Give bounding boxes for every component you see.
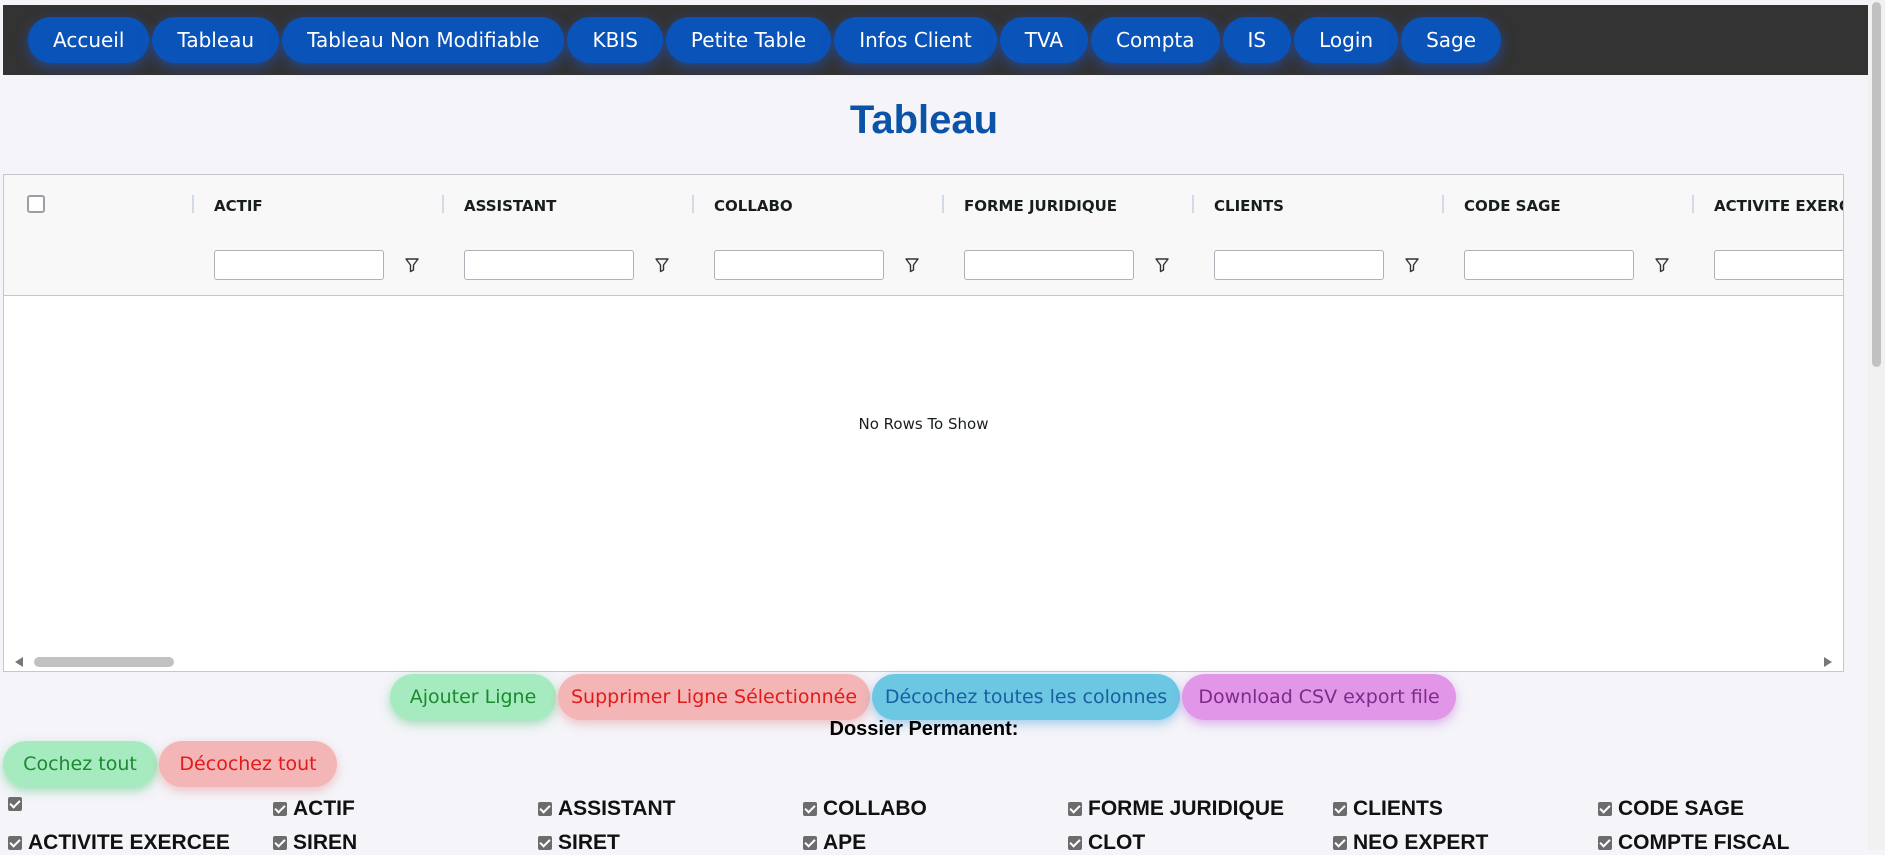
checkbox[interactable] [538,802,552,816]
nav-accueil-button[interactable]: Accueil [28,17,150,63]
column-toggle-label: SIREN [293,831,358,854]
horizontal-scrollbar[interactable] [4,653,1843,671]
column-toggle-collabo[interactable]: COLLABO [803,797,927,821]
column-toggle-ape[interactable]: APE [803,831,866,855]
page-title: Tableau [849,98,999,142]
data-grid: ACTIF ASSISTANT COLLABO FORME JURIDIQUE … [3,174,1844,672]
nav-login-button[interactable]: Login [1294,17,1399,63]
select-all-checkbox[interactable] [27,195,45,213]
checkbox[interactable] [273,836,287,850]
checkbox[interactable] [8,836,22,850]
checkbox[interactable] [1598,802,1612,816]
column-toggle-label: FORME JURIDIQUE [1088,797,1285,820]
column-toggle-blank[interactable] [8,797,28,811]
delete-selected-row-button[interactable]: Supprimer Ligne Sélectionnée [558,674,870,720]
empty-grid-message: No Rows To Show [858,415,989,433]
nav-is-button[interactable]: IS [1222,17,1292,63]
uncheck-all-columns-button[interactable]: Décochez toutes les colonnes [872,674,1180,720]
nav-petite-table-button[interactable]: Petite Table [665,17,832,63]
nav-kbis-button[interactable]: KBIS [567,17,663,63]
filter-icon[interactable] [654,257,670,273]
checkbox[interactable] [1068,836,1082,850]
nav-tableau-non-modifiable-button[interactable]: Tableau Non Modifiable [282,17,565,63]
filter-input-assistant[interactable] [464,250,634,280]
column-toggle-label: ACTIVITE EXERCEE [28,831,230,854]
nav-infos-client-button[interactable]: Infos Client [834,17,997,63]
filter-input-clients[interactable] [1214,250,1384,280]
column-toggle-label: NEO EXPERT [1353,831,1489,854]
column-toggle-clot[interactable]: CLOT [1068,831,1145,855]
nav-tableau-button[interactable]: Tableau [152,17,280,63]
column-header-assistant[interactable]: ASSISTANT [464,197,556,215]
column-toggle-code-sage[interactable]: CODE SAGE [1598,797,1744,821]
column-toggle-label: COLLABO [823,797,927,820]
scroll-left-icon[interactable] [15,657,23,667]
column-toggle-label: CLIENTS [1353,797,1443,820]
column-resize-handle[interactable] [942,195,944,213]
top-navbar: Accueil Tableau Tableau Non Modifiable K… [3,5,1870,75]
column-toggle-label: SIRET [558,831,620,854]
column-toggle-neo-expert[interactable]: NEO EXPERT [1333,831,1488,855]
column-toggle-assistant[interactable]: ASSISTANT [538,797,675,821]
vertical-scrollbar[interactable] [1868,0,1885,850]
column-header-actif[interactable]: ACTIF [214,197,263,215]
filter-input-collabo[interactable] [714,250,884,280]
column-header-clients[interactable]: CLIENTS [1214,197,1284,215]
column-toggle-label: COMPTE FISCAL [1618,831,1790,854]
filter-icon[interactable] [1404,257,1420,273]
column-resize-handle[interactable] [1192,195,1194,213]
nav-tva-button[interactable]: TVA [999,17,1089,63]
checkbox[interactable] [803,836,817,850]
column-toggle-label: ASSISTANT [558,797,676,820]
column-resize-handle[interactable] [692,195,694,213]
checkbox[interactable] [1333,802,1347,816]
add-row-button[interactable]: Ajouter Ligne [390,674,556,720]
checkbox[interactable] [538,836,552,850]
column-toggle-actif[interactable]: ACTIF [273,797,355,821]
filter-icon[interactable] [1654,257,1670,273]
checkbox[interactable] [1068,802,1082,816]
checkbox[interactable] [273,802,287,816]
column-header-forme-juridique[interactable]: FORME JURIDIQUE [964,197,1117,215]
column-resize-handle[interactable] [442,195,444,213]
column-toggle-activite-exercee[interactable]: ACTIVITE EXERCEE [8,831,230,855]
checkbox[interactable] [803,802,817,816]
filter-input-activite-exercee[interactable] [1714,250,1843,280]
column-header-collabo[interactable]: COLLABO [714,197,793,215]
scroll-right-icon[interactable] [1824,657,1832,667]
column-header-code-sage[interactable]: CODE SAGE [1464,197,1561,215]
checkbox[interactable] [1598,836,1612,850]
column-toggle-siren[interactable]: SIREN [273,831,357,855]
grid-header-row: ACTIF ASSISTANT COLLABO FORME JURIDIQUE … [4,175,1843,236]
checkbox[interactable] [1333,836,1347,850]
nav-sage-button[interactable]: Sage [1401,17,1502,63]
section-title-dossier-permanent: Dossier Permanent: [829,718,1019,740]
column-resize-handle[interactable] [1442,195,1444,213]
column-toggle-label: APE [823,831,867,854]
filter-icon[interactable] [1154,257,1170,273]
filter-input-code-sage[interactable] [1464,250,1634,280]
column-toggle-siret[interactable]: SIRET [538,831,620,855]
checkbox[interactable] [8,797,22,811]
column-toggle-label: CLOT [1088,831,1146,854]
nav-compta-button[interactable]: Compta [1091,17,1220,63]
check-all-button[interactable]: Cochez tout [3,741,157,787]
download-csv-button[interactable]: Download CSV export file [1182,674,1456,720]
uncheck-all-button[interactable]: Décochez tout [159,741,337,787]
column-toggle-compte-fiscal[interactable]: COMPTE FISCAL [1598,831,1790,855]
column-resize-handle[interactable] [1692,195,1694,213]
filter-input-actif[interactable] [214,250,384,280]
filter-icon[interactable] [404,257,420,273]
column-resize-handle[interactable] [192,195,194,213]
column-toggle-forme-juridique[interactable]: FORME JURIDIQUE [1068,797,1284,821]
filter-input-forme-juridique[interactable] [964,250,1134,280]
column-header-activite-exercee[interactable]: ACTIVITE EXERCE [1714,197,1843,215]
column-toggle-label: ACTIF [293,797,355,820]
scrollbar-thumb[interactable] [34,657,174,667]
scrollbar-thumb[interactable] [1872,2,1881,367]
column-toggle-label: CODE SAGE [1618,797,1745,820]
column-toggle-clients[interactable]: CLIENTS [1333,797,1443,821]
filter-icon[interactable] [904,257,920,273]
